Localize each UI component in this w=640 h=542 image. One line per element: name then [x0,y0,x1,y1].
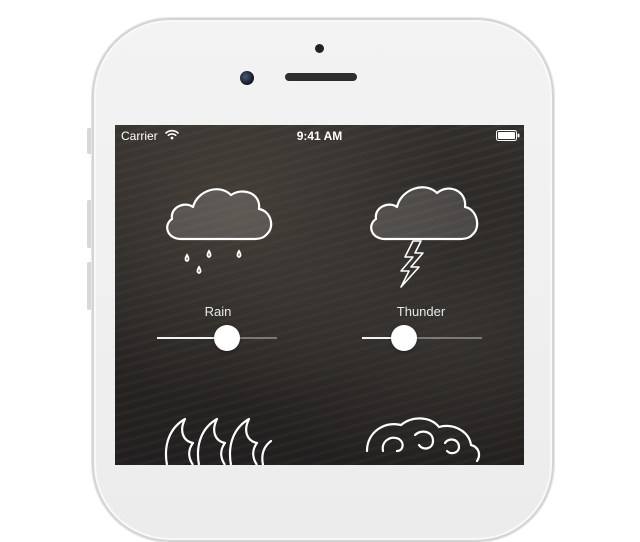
volume-slider-thunder[interactable] [362,325,482,351]
app-screen: Carrier 9:41 AM Rain Thunder [115,125,524,465]
battery-icon [496,130,520,141]
earpiece-speaker [285,73,357,81]
proximity-sensor [315,44,324,53]
thunder-cloud-icon [370,186,479,288]
volume-slider-rain[interactable] [157,325,277,351]
tile-label-thunder: Thunder [396,304,446,319]
slider-thumb[interactable] [391,325,417,351]
front-camera-icon [240,71,254,85]
status-time: 9:41 AM [296,129,343,143]
slider-thumb[interactable] [213,325,240,351]
status-bar: Carrier 9:41 AM [115,125,524,147]
waves-icon [164,417,273,465]
tile-label-rain: Rain [204,304,232,319]
wind-swirl-icon [365,417,481,463]
rain-cloud-icon [166,188,273,274]
